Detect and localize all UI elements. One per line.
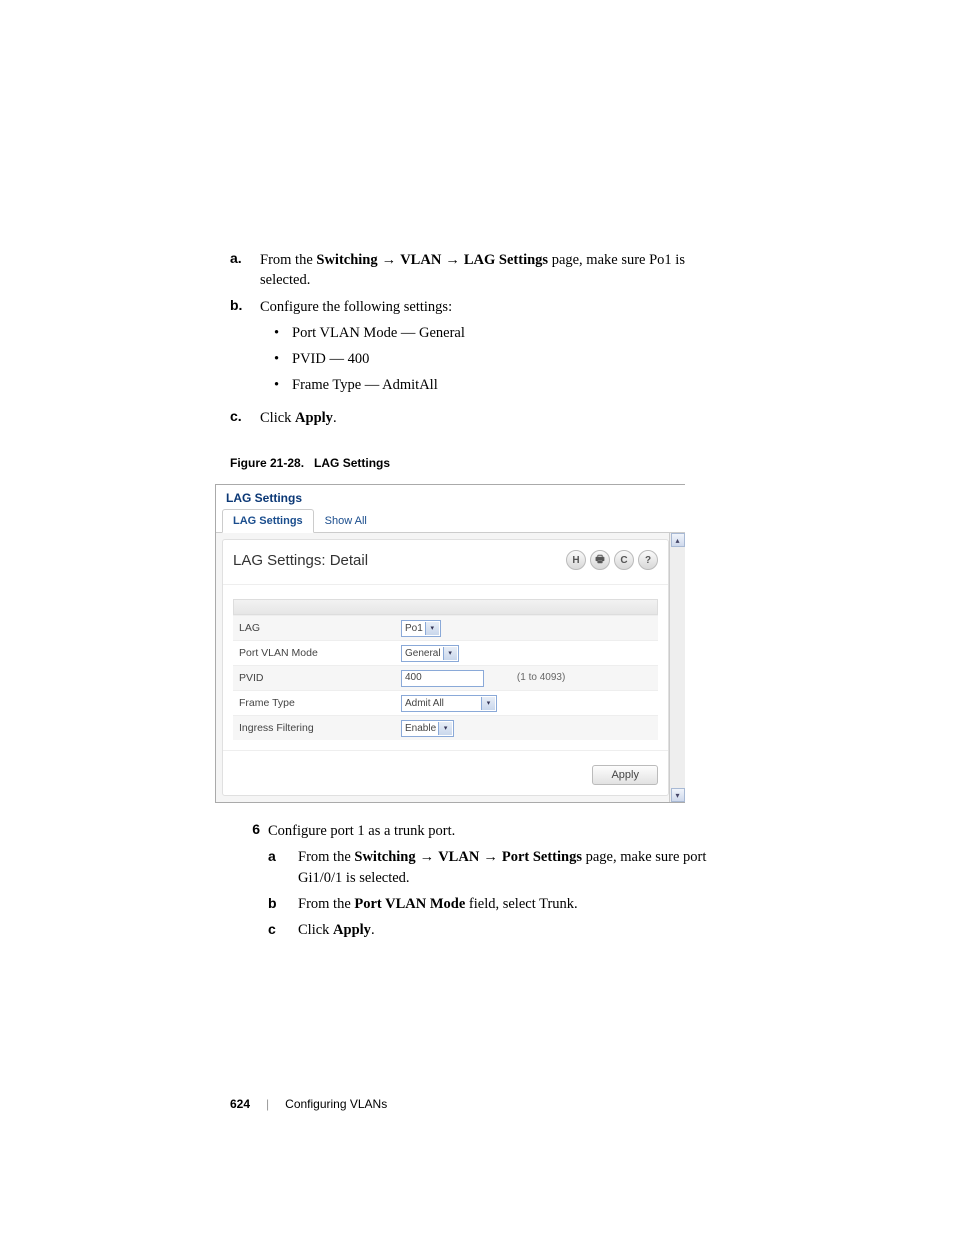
lag-select[interactable]: Po1▾ xyxy=(401,620,441,637)
pvid-input[interactable]: 400 xyxy=(401,670,484,687)
step-6-intro: Configure port 1 as a trunk port. xyxy=(268,821,724,841)
step-6c-content: Click Apply. xyxy=(298,920,724,940)
tab-bar: LAG Settings Show All xyxy=(216,509,685,533)
step-b-marker: b. xyxy=(230,297,260,402)
refresh-icon[interactable]: C xyxy=(614,550,634,570)
step-6b-content: From the Port VLAN Mode field, select Tr… xyxy=(298,894,724,914)
bullet-item: PVID — 400 xyxy=(274,349,724,369)
bullet-item: Frame Type — AdmitAll xyxy=(274,375,724,395)
grid-header-bar xyxy=(233,599,658,615)
ingress-select[interactable]: Enable▾ xyxy=(401,720,454,737)
step-c-content: Click Apply. xyxy=(260,408,724,428)
settings-table: LAG Po1▾ Port VLAN Mode General▾ xyxy=(233,615,658,740)
row-frame-label: Frame Type xyxy=(233,691,395,716)
pvid-hint: (1 to 4093) xyxy=(517,672,565,683)
sub-steps-list: a. From the Switching → VLAN → LAG Setti… xyxy=(230,250,724,428)
mode-select[interactable]: General▾ xyxy=(401,645,459,662)
lag-settings-screenshot: LAG Settings LAG Settings Show All LAG S… xyxy=(215,484,685,803)
step-b-content: Configure the following settings: Port V… xyxy=(260,297,724,402)
figure-caption: Figure 21-28. LAG Settings xyxy=(230,456,724,470)
frame-select[interactable]: Admit All▾ xyxy=(401,695,497,712)
bullet-item: Port VLAN Mode — General xyxy=(274,323,724,343)
print-icon[interactable]: 🖶 xyxy=(590,550,610,570)
step-6a-marker: a xyxy=(268,847,298,888)
scroll-down-icon[interactable]: ▾ xyxy=(671,788,685,802)
page-footer: 624 | Configuring VLANs xyxy=(230,1097,724,1111)
step-6b-marker: b xyxy=(268,894,298,914)
chevron-down-icon: ▾ xyxy=(425,622,439,635)
chevron-down-icon: ▾ xyxy=(443,647,457,660)
step-a-content: From the Switching → VLAN → LAG Settings… xyxy=(260,250,724,291)
page-number: 624 xyxy=(230,1097,250,1111)
step-6a-content: From the Switching → VLAN → Port Setting… xyxy=(298,847,724,888)
chevron-down-icon: ▾ xyxy=(438,722,452,735)
footer-section: Configuring VLANs xyxy=(285,1097,387,1111)
step-6c-marker: c xyxy=(268,920,298,940)
row-pvid-label: PVID xyxy=(233,666,395,691)
row-mode-label: Port VLAN Mode xyxy=(233,641,395,666)
step-c-marker: c. xyxy=(230,408,260,428)
window-title: LAG Settings xyxy=(216,485,685,509)
apply-button[interactable]: Apply xyxy=(592,765,658,785)
step-6-marker: 6 xyxy=(230,821,260,946)
scroll-up-icon[interactable]: ▴ xyxy=(671,533,685,547)
panel-title: LAG Settings: Detail xyxy=(233,552,368,569)
step-b-bullets: Port VLAN Mode — General PVID — 400 Fram… xyxy=(274,323,724,396)
chevron-down-icon: ▾ xyxy=(481,697,495,710)
save-icon[interactable]: H xyxy=(566,550,586,570)
detail-panel: LAG Settings: Detail H 🖶 C ? LAG xyxy=(222,539,669,796)
step-a-marker: a. xyxy=(230,250,260,291)
scrollbar[interactable]: ▴ ▾ xyxy=(669,533,685,802)
row-ingress-label: Ingress Filtering xyxy=(233,716,395,741)
help-icon[interactable]: ? xyxy=(638,550,658,570)
tab-show-all[interactable]: Show All xyxy=(314,509,378,533)
row-lag-label: LAG xyxy=(233,616,395,641)
footer-divider: | xyxy=(266,1097,269,1111)
step-6: 6 Configure port 1 as a trunk port. a Fr… xyxy=(230,821,724,946)
tab-lag-settings[interactable]: LAG Settings xyxy=(222,509,314,533)
